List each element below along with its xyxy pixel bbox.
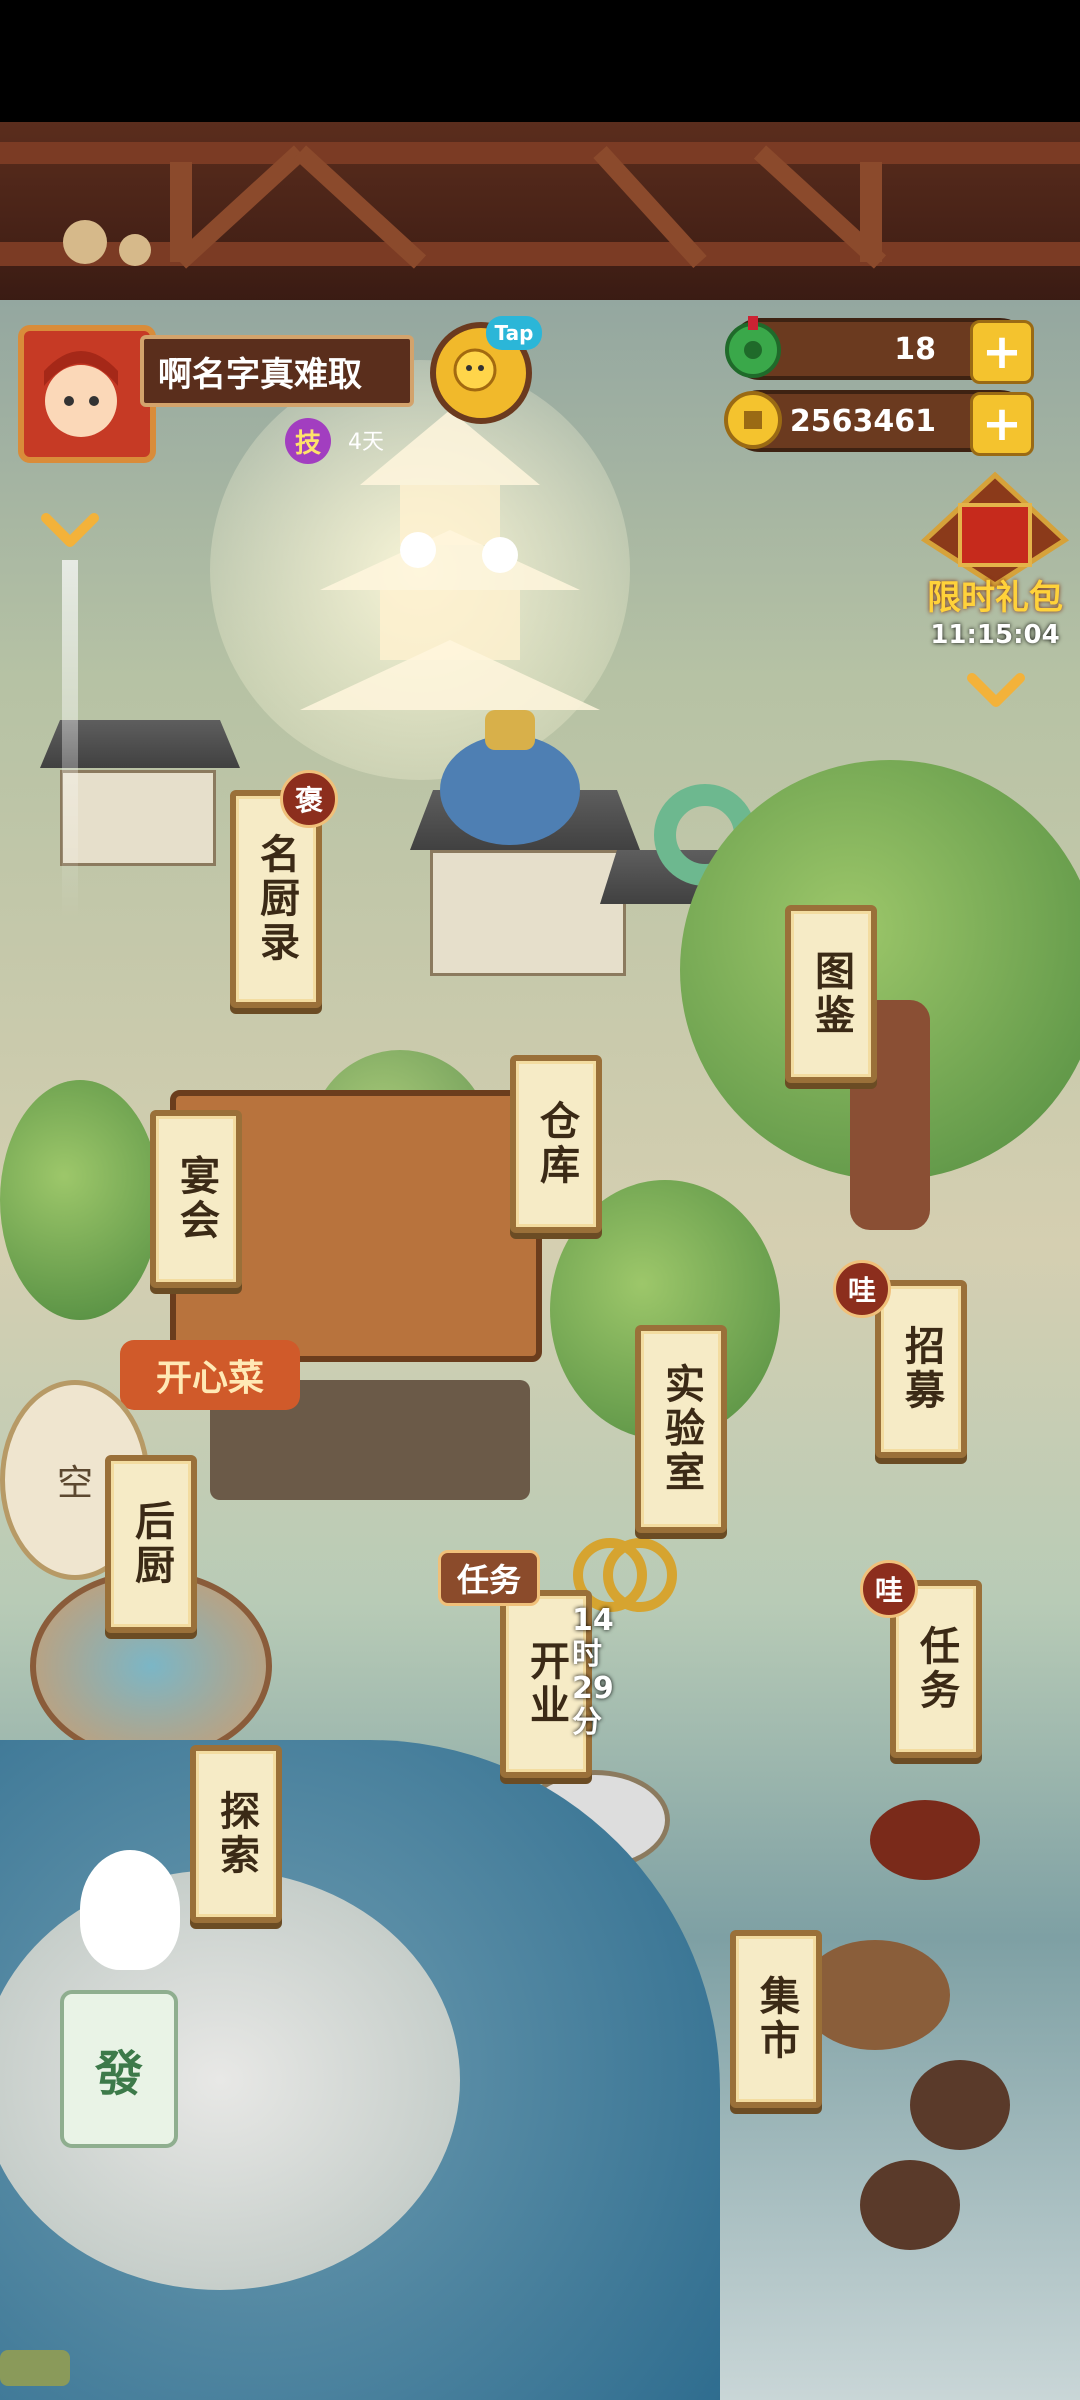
banner-label: 宴会 xyxy=(150,1110,242,1288)
building-banquet[interactable]: 宴会 xyxy=(150,1110,242,1288)
pagoda-tower[interactable] xyxy=(300,390,600,750)
building-explore[interactable]: 探索 xyxy=(190,1745,282,1923)
roof-beams-graphic xyxy=(0,142,1080,269)
building-open-business[interactable]: 开业 任务 14时29分 xyxy=(438,1550,614,1778)
hot-pot xyxy=(870,1800,980,1880)
mahjong-tile: 發 xyxy=(60,1990,178,2148)
player-name[interactable]: 啊名字真难取 xyxy=(140,335,414,407)
banner-label: 集市 xyxy=(730,1930,822,2108)
add-jade-button[interactable]: + xyxy=(970,320,1034,384)
limited-pack-title: 限时礼包 xyxy=(927,578,1063,618)
chevron-down-icon[interactable] xyxy=(966,672,1026,710)
banner-label: 后厨 xyxy=(105,1455,197,1633)
building-recruit[interactable]: 招募 哇 xyxy=(833,1260,967,1458)
wooden-roof-beams xyxy=(0,122,1080,302)
center-house-wall xyxy=(430,850,626,976)
banner-label: 探索 xyxy=(190,1745,282,1923)
task-badge: 任务 xyxy=(438,1550,540,1606)
building-warehouse[interactable]: 仓库 xyxy=(510,1055,602,1233)
building-illustrations[interactable]: 图鉴 xyxy=(785,905,877,1083)
limited-pack-button[interactable]: 限时礼包 xyxy=(920,470,1070,630)
light-beam xyxy=(62,560,78,920)
badge-icon: 哇 xyxy=(833,1260,891,1318)
left-house-wall xyxy=(60,770,216,866)
jade-icon xyxy=(725,316,781,378)
jade-amount: 18 xyxy=(894,331,936,367)
banner-label: 图鉴 xyxy=(785,905,877,1083)
tap-button[interactable]: Tap xyxy=(430,316,542,424)
left-willow xyxy=(0,1080,160,1320)
building-chef-records[interactable]: 名厨录 褒 xyxy=(230,770,338,1008)
banner-label: 仓库 xyxy=(510,1055,602,1233)
white-dog xyxy=(80,1850,180,1970)
skill-days: 4天 xyxy=(348,430,384,455)
grill-basket-2 xyxy=(860,2160,960,2250)
bottom-toggle[interactable] xyxy=(0,2350,80,2390)
coin-icon xyxy=(724,391,782,449)
banner-label: 招募 xyxy=(875,1280,967,1458)
avatar-character xyxy=(44,351,118,437)
tap-label: Tap xyxy=(486,316,542,350)
blue-urn xyxy=(440,710,580,845)
badge-icon: 褒 xyxy=(280,770,338,828)
straw-hat xyxy=(800,1940,950,2050)
banner-label: 实验室 xyxy=(635,1325,727,1533)
add-coin-button[interactable]: + xyxy=(970,392,1034,456)
badge-icon: 哇 xyxy=(860,1560,918,1618)
skill-badge[interactable]: 技 xyxy=(285,418,331,464)
shop-sign: 开心菜 xyxy=(120,1340,300,1410)
player-avatar[interactable] xyxy=(18,325,156,463)
chevron-down-icon[interactable] xyxy=(40,512,100,550)
grill-basket xyxy=(910,2060,1010,2150)
building-market[interactable]: 集市 xyxy=(730,1930,822,2108)
status-bar xyxy=(0,0,1080,122)
building-lab[interactable]: 实验室 xyxy=(635,1325,727,1533)
limited-pack-timer: 11:15:04 xyxy=(930,620,1060,650)
coin-amount: 2563461 xyxy=(789,403,936,439)
building-kitchen[interactable]: 后厨 xyxy=(105,1455,197,1633)
building-tasks[interactable]: 任务 哇 xyxy=(860,1560,982,1758)
business-timer: 14时29分 xyxy=(572,1603,614,1740)
toggle-track xyxy=(0,2350,70,2386)
